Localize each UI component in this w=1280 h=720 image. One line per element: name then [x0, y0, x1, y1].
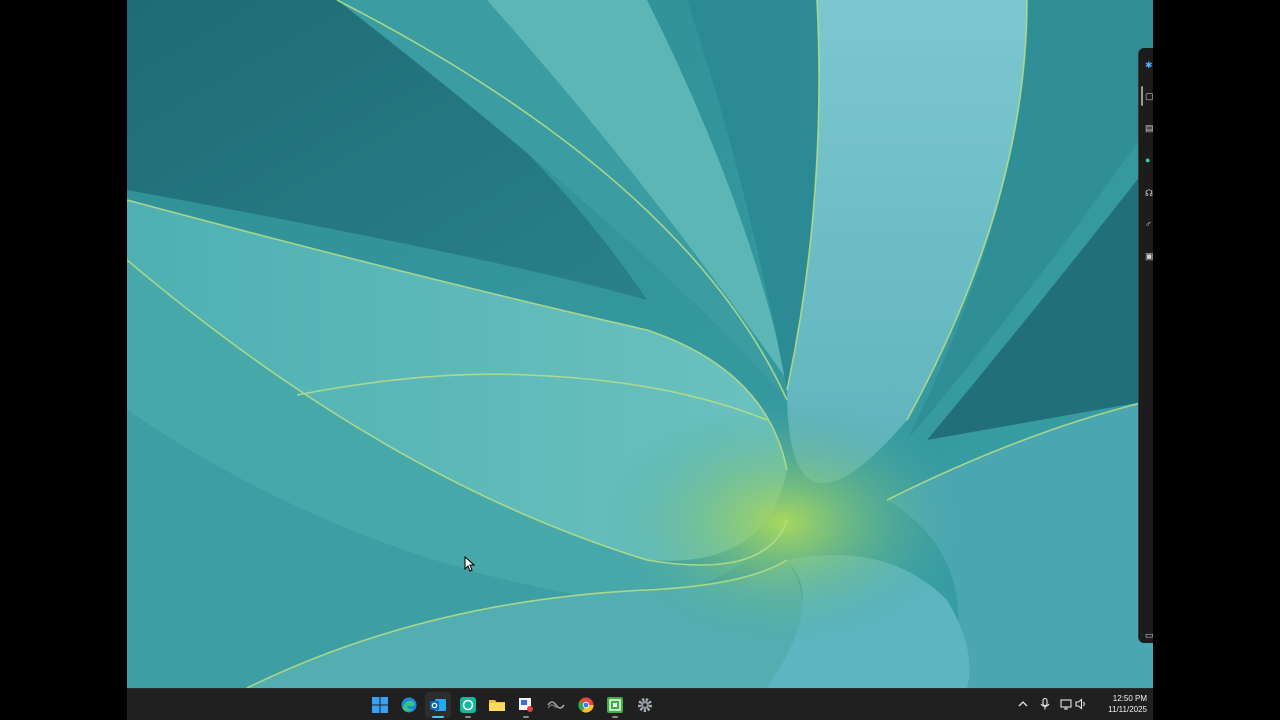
green-circle-app-icon [460, 697, 476, 713]
agave-wallpaper-image [127, 0, 1153, 688]
taskbar-clock[interactable]: 12:50 PM 11/11/2025 [1093, 693, 1147, 715]
outlook-icon [430, 699, 446, 711]
taskbar-edge[interactable] [396, 692, 422, 718]
running-indicator [465, 716, 471, 718]
feedback-icon [547, 701, 565, 709]
folder-icon [489, 700, 505, 711]
volume-icon[interactable] [1074, 697, 1088, 711]
letterbox-left [0, 0, 127, 720]
green-cp-app-icon [607, 697, 623, 713]
start-button[interactable] [367, 692, 393, 718]
panel-toggle-icon[interactable]: ▭ [1145, 630, 1153, 640]
running-indicator [612, 716, 618, 718]
microphone-icon[interactable] [1038, 697, 1052, 711]
desktop-wallpaper[interactable] [127, 0, 1153, 688]
windows-logo-icon [372, 697, 388, 713]
letterbox-right [1153, 0, 1280, 720]
running-indicator [523, 716, 529, 718]
taskbar: 12:50 PM 11/11/2025 [127, 688, 1153, 720]
tray-overflow-chevron-icon[interactable] [1016, 697, 1030, 711]
taskbar-feedback[interactable] [543, 692, 569, 718]
chrome-icon [578, 697, 594, 713]
taskbar-chrome[interactable] [573, 692, 599, 718]
taskbar-app-green[interactable] [455, 692, 481, 718]
taskbar-snipping[interactable] [513, 692, 539, 718]
gear-icon [638, 698, 652, 712]
snipping-tool-icon [519, 698, 533, 712]
copilot-icon[interactable]: ✱ [1145, 60, 1153, 70]
people-icon[interactable]: ☊ [1145, 188, 1153, 198]
settings-small-icon[interactable]: ♂ [1145, 219, 1153, 229]
taskbar-file-explorer[interactable] [484, 692, 510, 718]
taskbar-outlook[interactable] [425, 692, 451, 718]
edge-icon[interactable]: ● [1145, 155, 1153, 165]
side-panel-strip: ✱ ▢ ▤ ● ☊ ♂ ▣ ▭ [1138, 48, 1153, 643]
network-icon[interactable] [1059, 697, 1073, 711]
desktop-screen: ✱ ▢ ▤ ● ☊ ♂ ▣ ▭ 12:50 PM 11/11/2025 [127, 0, 1153, 720]
side-panel-active-indicator [1141, 86, 1143, 106]
notes-icon[interactable]: ▣ [1145, 251, 1153, 261]
mouse-cursor-icon [464, 556, 476, 572]
clock-date: 11/11/2025 [1108, 705, 1147, 714]
clipboard-icon[interactable]: ▤ [1145, 123, 1153, 133]
edge-icon [401, 697, 417, 713]
taskbar-settings[interactable] [632, 692, 658, 718]
active-indicator [432, 716, 444, 718]
window-icon[interactable]: ▢ [1145, 91, 1153, 101]
taskbar-camtasia[interactable] [602, 692, 628, 718]
clock-time: 12:50 PM [1112, 694, 1147, 703]
